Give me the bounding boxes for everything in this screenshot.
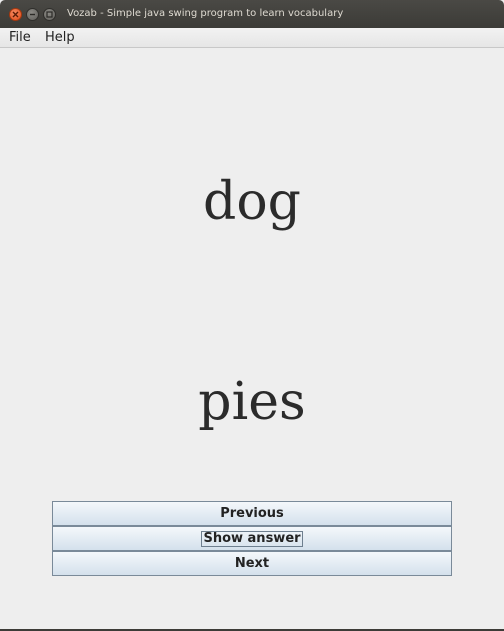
show-answer-button[interactable]: Show answer: [52, 526, 452, 551]
menu-file[interactable]: File: [9, 29, 31, 46]
menu-help[interactable]: Help: [45, 29, 75, 46]
menu-bar: File Help: [0, 28, 504, 48]
title-bar[interactable]: Vozab - Simple java swing program to lea…: [0, 0, 504, 28]
maximize-icon: [46, 11, 53, 18]
previous-button-label: Previous: [220, 506, 284, 521]
close-window-button[interactable]: [9, 8, 22, 21]
close-icon: [12, 11, 19, 18]
question-word: dog: [203, 172, 301, 232]
show-answer-button-label: Show answer: [201, 530, 303, 547]
minimize-window-button[interactable]: [26, 8, 39, 21]
maximize-window-button[interactable]: [43, 8, 56, 21]
next-button-label: Next: [234, 556, 270, 571]
answer-word: pies: [198, 372, 306, 432]
next-button[interactable]: Next: [52, 551, 452, 576]
window-title: Vozab - Simple java swing program to lea…: [67, 8, 344, 19]
previous-button[interactable]: Previous: [52, 501, 452, 526]
app-window: Vozab - Simple java swing program to lea…: [0, 0, 504, 631]
minimize-icon: [30, 13, 35, 16]
